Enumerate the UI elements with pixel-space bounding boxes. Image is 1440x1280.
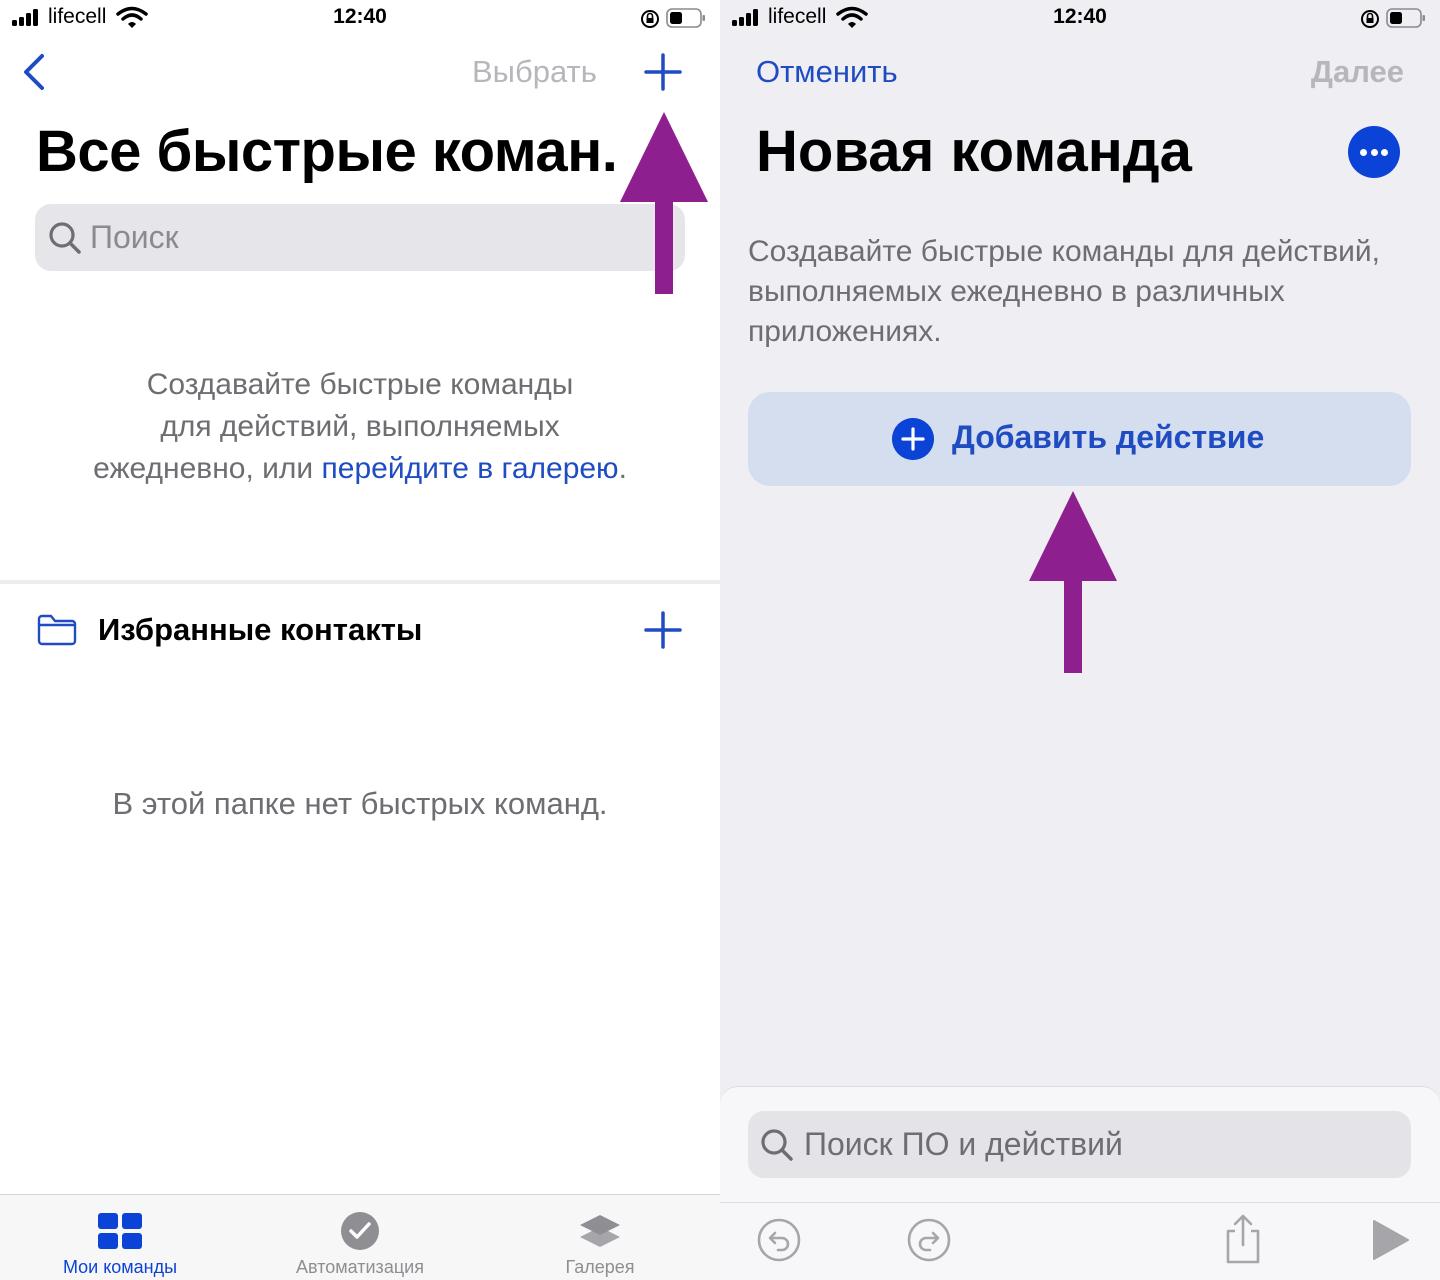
empty-line-3-prefix: ежедневно, или <box>93 452 322 485</box>
battery-icon <box>1386 8 1425 28</box>
folder-add-plus-icon[interactable] <box>643 610 683 650</box>
tab-automation[interactable]: Автоматизация <box>240 1195 480 1280</box>
section-divider <box>0 580 720 584</box>
status-time: 12:40 <box>1053 5 1107 28</box>
folder-title[interactable]: Избранные контакты <box>98 612 422 648</box>
actions-search-placeholder: Поиск ПО и действий <box>804 1126 1123 1162</box>
status-time: 12:40 <box>333 5 387 28</box>
shortcuts-list-screen: lifecell 12:40 Выбрать Все быстрые коман… <box>0 0 720 1280</box>
tab-label: Автоматизация <box>296 1257 424 1277</box>
search-icon <box>49 222 81 254</box>
new-shortcut-screen: lifecell 12:40 Отменить Далее Новая кома… <box>720 0 1440 1280</box>
select-button[interactable]: Выбрать <box>472 54 597 90</box>
search-field[interactable]: Поиск <box>35 204 685 271</box>
annotation-arrow-up <box>620 112 708 294</box>
tab-label: Галерея <box>565 1257 635 1277</box>
undo-icon[interactable] <box>756 1217 802 1263</box>
tab-label: Мои команды <box>62 1257 178 1277</box>
add-action-label: Добавить действие <box>952 419 1265 455</box>
page-title: Новая команда <box>756 119 1192 184</box>
tab-my-shortcuts[interactable]: Мои команды <box>0 1195 240 1280</box>
folder-empty-message: В этой папке нет быстрых команд. <box>112 786 608 821</box>
empty-line-3: ежедневно, или перейдите в галерею. <box>40 448 680 490</box>
tab-gallery[interactable]: Галерея <box>480 1195 720 1280</box>
cancel-button[interactable]: Отменить <box>756 54 898 90</box>
redo-icon[interactable] <box>906 1217 952 1263</box>
status-bar: lifecell 12:40 <box>720 0 1440 38</box>
page-title: Все быстрые коман. <box>36 119 618 184</box>
next-button[interactable]: Далее <box>1311 54 1404 90</box>
folder-icon <box>37 614 77 646</box>
status-bar: lifecell 12:40 <box>0 0 720 38</box>
play-icon[interactable] <box>1366 1217 1412 1263</box>
add-action-button[interactable]: Добавить действие <box>748 392 1411 486</box>
plus-circle-icon <box>892 418 934 460</box>
empty-line-3-suffix: . <box>618 452 627 485</box>
actions-search-field[interactable]: Поиск ПО и действий <box>748 1111 1411 1178</box>
grid-icon <box>98 1213 142 1249</box>
search-icon <box>761 1129 793 1161</box>
gallery-link[interactable]: перейдите в галерею <box>322 452 619 485</box>
share-icon[interactable] <box>1220 1213 1266 1265</box>
tab-bar: Мои команды Автоматизация Галерея <box>0 1194 720 1280</box>
clock-check-icon <box>341 1212 379 1250</box>
empty-state-message: Создавайте быстрые команды для действий,… <box>40 364 680 490</box>
back-chevron-icon[interactable] <box>20 52 52 92</box>
search-placeholder: Поиск <box>90 219 179 255</box>
layers-icon <box>580 1215 620 1247</box>
editor-toolbar <box>720 1202 1440 1280</box>
annotation-arrow-up <box>1029 491 1117 673</box>
empty-line-1: Создавайте быстрые команды <box>146 368 574 401</box>
rotation-lock-icon <box>1361 10 1379 28</box>
actions-sheet: Поиск ПО и действий <box>720 1086 1440 1203</box>
battery-icon <box>666 8 705 28</box>
rotation-lock-icon <box>641 10 659 28</box>
empty-line-2: для действий, выполняемых <box>160 410 560 443</box>
shortcut-description: Создавайте быстрые команды для действий,… <box>748 235 1381 348</box>
add-shortcut-plus-icon[interactable] <box>643 52 683 92</box>
more-options-button[interactable] <box>1348 126 1400 178</box>
